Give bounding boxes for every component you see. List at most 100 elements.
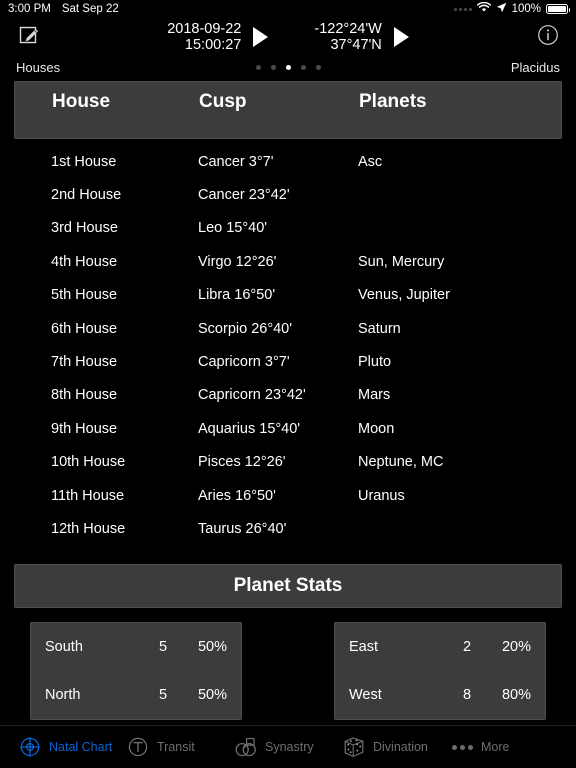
location-arrow-icon bbox=[496, 2, 507, 16]
cell-planets: Asc bbox=[358, 153, 383, 170]
compose-icon bbox=[18, 24, 40, 51]
cell-house: 10th House bbox=[51, 454, 126, 471]
column-header-house: House bbox=[52, 91, 111, 112]
table-row[interactable]: 6th House Scorpio 26°40' Saturn bbox=[0, 312, 576, 345]
status-bar-right: 100% bbox=[453, 1, 570, 16]
tab-divination[interactable]: Divination bbox=[342, 735, 450, 759]
page-indicator[interactable] bbox=[0, 56, 576, 78]
cell-house: 8th House bbox=[51, 387, 118, 404]
date-time-stack: 2018-09-22 15:00:27 bbox=[167, 21, 241, 53]
cell-planets: Mars bbox=[358, 387, 391, 404]
table-row[interactable]: 8th House Capricorn 23°42' Mars bbox=[0, 379, 576, 412]
bottom-tab-bar: Natal Chart Transit Synastry Divination … bbox=[0, 725, 576, 768]
status-bar: 3:00 PM Sat Sep 22 100% bbox=[0, 0, 576, 18]
tab-transit[interactable]: Transit bbox=[126, 735, 234, 759]
cell-planets: Uranus bbox=[358, 487, 405, 504]
table-row[interactable]: 7th House Capricorn 3°7' Pluto bbox=[0, 345, 576, 378]
cell-cusp: Virgo 12°26' bbox=[198, 253, 277, 270]
cell-cusp: Cancer 23°42' bbox=[198, 187, 290, 204]
cell-house: 12th House bbox=[51, 520, 126, 537]
tab-label-synastry: Synastry bbox=[265, 740, 314, 754]
info-icon bbox=[537, 24, 559, 51]
page-dot-4[interactable] bbox=[300, 64, 306, 70]
tab-more[interactable]: More bbox=[450, 735, 558, 759]
tab-label-natal-chart: Natal Chart bbox=[49, 740, 113, 754]
planet-stats-header: Planet Stats bbox=[14, 563, 562, 608]
table-row[interactable]: 12th House Taurus 26°40' bbox=[0, 512, 576, 545]
stat-percent: 20% bbox=[501, 638, 531, 655]
page-dot-1[interactable] bbox=[255, 64, 261, 70]
table-row[interactable]: 11th House Aries 16°50' Uranus bbox=[0, 479, 576, 512]
stat-label: North bbox=[45, 686, 81, 703]
stat-percent: 50% bbox=[197, 638, 227, 655]
tab-synastry[interactable]: Synastry bbox=[234, 735, 342, 759]
cell-planets: Neptune, MC bbox=[358, 454, 444, 471]
cell-cusp: Capricorn 23°42' bbox=[198, 387, 306, 404]
planet-stats-hemisphere-box: South 5 50% North 5 50% bbox=[30, 621, 242, 720]
cell-house: 4th House bbox=[51, 253, 118, 270]
tab-label-transit: Transit bbox=[157, 740, 195, 754]
stat-label: East bbox=[349, 638, 379, 655]
signal-dots-icon bbox=[453, 7, 472, 11]
stat-line-north: North 5 50% bbox=[45, 671, 227, 719]
stat-count: 5 bbox=[158, 638, 168, 655]
cell-house: 7th House bbox=[51, 354, 118, 371]
info-button[interactable] bbox=[536, 24, 560, 51]
stat-percent: 80% bbox=[501, 686, 531, 703]
houses-table-body: 1st House Cancer 3°7' Asc 2nd House Canc… bbox=[0, 145, 576, 546]
toolbar-center-group: 2018-09-22 15:00:27 -122°24'W 37°47'N bbox=[0, 18, 576, 56]
toolbar-longitude: -122°24'W bbox=[314, 21, 382, 37]
date-time-group: 2018-09-22 15:00:27 bbox=[167, 21, 269, 53]
wifi-icon bbox=[476, 1, 491, 16]
stat-label: South bbox=[45, 638, 83, 655]
page-dot-2[interactable] bbox=[270, 64, 276, 70]
cell-house: 1st House bbox=[51, 153, 117, 170]
stat-count: 8 bbox=[462, 686, 472, 703]
transit-icon bbox=[126, 735, 150, 759]
tab-label-more: More bbox=[481, 740, 510, 754]
table-row[interactable]: 4th House Virgo 12°26' Sun, Mercury bbox=[0, 245, 576, 278]
cell-planets: Sun, Mercury bbox=[358, 253, 445, 270]
cell-planets: Pluto bbox=[358, 354, 392, 371]
cell-cusp: Pisces 12°26' bbox=[198, 454, 286, 471]
cell-planets: Moon bbox=[358, 420, 395, 437]
table-row[interactable]: 1st House Cancer 3°7' Asc bbox=[0, 145, 576, 178]
cell-cusp: Capricorn 3°7' bbox=[198, 354, 290, 371]
ellipsis-icon bbox=[450, 735, 474, 759]
status-bar-time: 3:00 PM bbox=[8, 3, 51, 15]
page-dot-5[interactable] bbox=[315, 64, 321, 70]
column-header-planets: Planets bbox=[359, 91, 427, 112]
toolbar-latitude: 37°47'N bbox=[330, 37, 382, 53]
cell-house: 2nd House bbox=[51, 187, 122, 204]
table-row[interactable]: 2nd House Cancer 23°42' bbox=[0, 178, 576, 211]
table-row[interactable]: 10th House Pisces 12°26' Neptune, MC bbox=[0, 446, 576, 479]
play-icon-coords[interactable] bbox=[393, 27, 409, 47]
stat-line-west: West 8 80% bbox=[349, 671, 531, 719]
cell-cusp: Taurus 26°40' bbox=[198, 520, 287, 537]
synastry-icon bbox=[234, 735, 258, 759]
cell-cusp: Libra 16°50' bbox=[198, 287, 276, 304]
tab-natal-chart[interactable]: Natal Chart bbox=[18, 735, 126, 759]
houses-table-header-panel: House Cusp Planets bbox=[14, 81, 562, 139]
cell-house: 6th House bbox=[51, 320, 118, 337]
planet-stats-row: South 5 50% North 5 50% East 2 20% West … bbox=[0, 621, 576, 720]
natal-chart-icon bbox=[18, 735, 42, 759]
status-bar-left: 3:00 PM Sat Sep 22 bbox=[8, 3, 119, 15]
cell-house: 9th House bbox=[51, 420, 118, 437]
coordinates-group: -122°24'W 37°47'N bbox=[314, 21, 409, 53]
table-row[interactable]: 5th House Libra 16°50' Venus, Jupiter bbox=[0, 279, 576, 312]
column-header-cusp: Cusp bbox=[199, 91, 247, 112]
main-toolbar: 2018-09-22 15:00:27 -122°24'W 37°47'N bbox=[0, 18, 576, 56]
cell-house: 11th House bbox=[51, 487, 125, 504]
battery-percent-label: 100% bbox=[511, 3, 541, 15]
cell-cusp: Scorpio 26°40' bbox=[198, 320, 293, 337]
page-dot-3-active[interactable] bbox=[285, 64, 291, 70]
stat-count: 5 bbox=[158, 686, 168, 703]
cell-cusp: Aquarius 15°40' bbox=[198, 420, 301, 437]
table-row[interactable]: 3rd House Leo 15°40' bbox=[0, 212, 576, 245]
play-icon-date[interactable] bbox=[253, 27, 269, 47]
compose-button[interactable] bbox=[16, 24, 42, 50]
cell-cusp: Leo 15°40' bbox=[198, 220, 268, 237]
table-row[interactable]: 9th House Aquarius 15°40' Moon bbox=[0, 412, 576, 445]
coordinates-stack: -122°24'W 37°47'N bbox=[314, 21, 381, 53]
